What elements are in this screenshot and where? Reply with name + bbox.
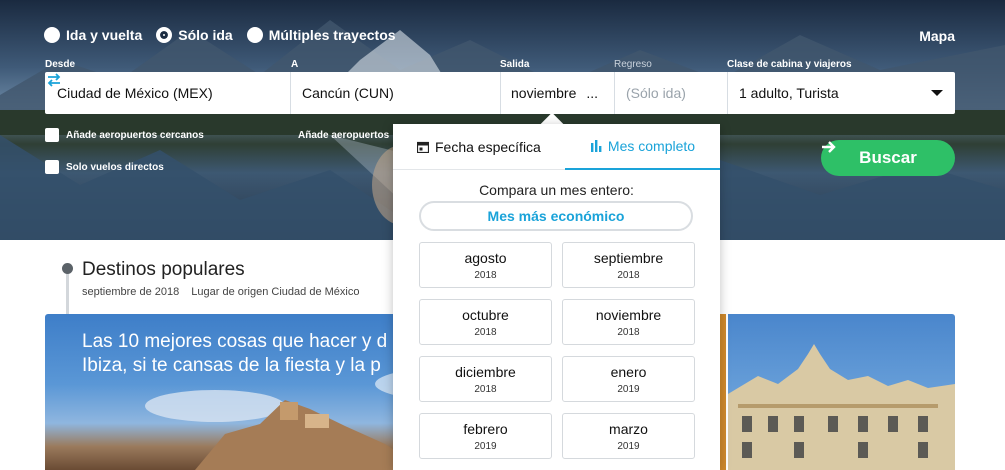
tab-specific-date-label: Fecha específica bbox=[435, 139, 541, 155]
popular-date: septiembre de 2018 bbox=[82, 286, 180, 298]
brussels-photo bbox=[728, 344, 955, 470]
map-link[interactable]: Mapa bbox=[919, 28, 955, 44]
nearby-from-label: Añade aeropuertos cercanos bbox=[66, 129, 204, 141]
trip-multi-option[interactable]: Múltiples trayectos bbox=[246, 27, 396, 43]
month-year: 2019 bbox=[474, 440, 497, 452]
month-year: 2018 bbox=[617, 326, 640, 338]
round-trip-label: Ida y vuelta bbox=[66, 27, 143, 43]
from-input[interactable]: Ciudad de México (MEX) bbox=[57, 72, 257, 114]
compare-month-text: Compara un mes entero: bbox=[479, 182, 634, 198]
nearby-from-checkbox[interactable]: Añade aeropuertos cercanos bbox=[45, 128, 204, 142]
departure-value: noviembre bbox=[511, 85, 577, 101]
search-button-label: Buscar bbox=[859, 148, 917, 167]
nearby-to-checkbox[interactable]: Añade aeropuertos cercanos bbox=[291, 128, 391, 142]
cabin-label: Clase de cabina y viajeros bbox=[727, 59, 852, 70]
chevron-down-icon[interactable] bbox=[931, 90, 943, 96]
page: Ida y vuelta Sólo ida Múltiples trayecto… bbox=[0, 0, 1005, 470]
popular-destinations-title: Destinos populares bbox=[82, 259, 245, 280]
month-option[interactable]: febrero 2019 bbox=[419, 413, 552, 459]
month-year: 2018 bbox=[617, 269, 640, 281]
one-way-label: Sólo ida bbox=[178, 27, 233, 43]
direct-only-checkbox[interactable]: Solo vuelos directos bbox=[45, 160, 164, 174]
tab-whole-month-label: Mes completo bbox=[607, 138, 696, 154]
month-option[interactable]: marzo 2019 bbox=[562, 413, 695, 459]
one-way-radio[interactable] bbox=[156, 27, 173, 43]
departure-label: Salida bbox=[500, 59, 530, 70]
date-picker-dropdown: Fecha específica Mes completo Compara un… bbox=[393, 124, 720, 470]
to-input[interactable]: Cancún (CUN) bbox=[302, 72, 492, 114]
return-input[interactable]: (Sólo ida) bbox=[626, 72, 726, 114]
tab-whole-month[interactable]: Mes completo bbox=[565, 124, 720, 170]
timeline-dot bbox=[62, 263, 73, 274]
month-option[interactable]: diciembre 2018 bbox=[419, 356, 552, 402]
swap-icon[interactable] bbox=[45, 72, 63, 88]
month-option[interactable]: septiembre 2018 bbox=[562, 242, 695, 288]
return-label: Regreso bbox=[614, 59, 652, 70]
trip-oneway-option[interactable]: Sólo ida bbox=[156, 27, 233, 43]
month-option[interactable]: octubre 2018 bbox=[419, 299, 552, 345]
popular-origin: Lugar de origen Ciudad de México bbox=[191, 286, 360, 298]
month-year: 2019 bbox=[617, 440, 640, 452]
month-year: 2018 bbox=[474, 326, 497, 338]
bar-chart-icon bbox=[590, 140, 602, 152]
destination-card-brussels[interactable] bbox=[728, 314, 955, 470]
search-button[interactable]: Buscar bbox=[821, 140, 955, 176]
calendar-icon bbox=[417, 141, 429, 153]
month-year: 2019 bbox=[617, 383, 640, 395]
field-divider bbox=[727, 72, 728, 114]
cheapest-month-button[interactable]: Mes más económico bbox=[419, 201, 693, 231]
month-name: septiembre bbox=[593, 249, 664, 266]
checkbox-box[interactable] bbox=[45, 160, 59, 174]
departure-input[interactable]: noviembre ... bbox=[511, 72, 611, 114]
direct-only-label: Solo vuelos directos bbox=[66, 161, 164, 173]
nearby-to-label: Añade aeropuertos cercanos bbox=[298, 129, 391, 141]
field-divider bbox=[614, 72, 615, 114]
to-label: A bbox=[291, 59, 299, 70]
checkbox-box[interactable] bbox=[45, 128, 59, 142]
month-year: 2018 bbox=[474, 383, 497, 395]
arrow-right-icon bbox=[822, 141, 836, 153]
date-picker-tabs: Fecha específica Mes completo bbox=[393, 124, 720, 170]
field-divider bbox=[290, 72, 291, 114]
month-name: diciembre bbox=[455, 363, 516, 380]
month-year: 2018 bbox=[474, 269, 497, 281]
destination-card-title: Las 10 mejores cosas que hacer y d Ibiza… bbox=[82, 331, 388, 376]
round-trip-radio[interactable] bbox=[44, 27, 60, 43]
month-name: noviembre bbox=[595, 306, 662, 323]
trip-type-selector: Ida y vuelta Sólo ida Múltiples trayecto… bbox=[44, 27, 396, 43]
from-label: Desde bbox=[45, 59, 76, 70]
multi-city-radio[interactable] bbox=[246, 27, 263, 43]
cabin-travelers-select[interactable]: 1 adulto, Turista bbox=[739, 72, 939, 114]
field-divider bbox=[500, 72, 501, 114]
popular-destinations-meta: septiembre de 2018 Lugar de origen Ciuda… bbox=[82, 286, 392, 298]
month-name: febrero bbox=[463, 420, 508, 437]
multi-city-label: Múltiples trayectos bbox=[268, 27, 396, 43]
month-name: agosto bbox=[464, 249, 507, 266]
flight-search-bar: Ciudad de México (MEX) Cancún (CUN) novi… bbox=[45, 72, 955, 114]
month-option[interactable]: enero 2019 bbox=[562, 356, 695, 402]
tab-specific-date[interactable]: Fecha específica bbox=[417, 124, 541, 170]
month-name: enero bbox=[610, 363, 647, 380]
month-option[interactable]: noviembre 2018 bbox=[562, 299, 695, 345]
month-name: marzo bbox=[609, 420, 648, 437]
trip-round-option[interactable]: Ida y vuelta bbox=[44, 27, 142, 43]
departure-ellipsis: ... bbox=[586, 85, 599, 101]
month-name: octubre bbox=[462, 306, 509, 323]
month-option[interactable]: agosto 2018 bbox=[419, 242, 552, 288]
